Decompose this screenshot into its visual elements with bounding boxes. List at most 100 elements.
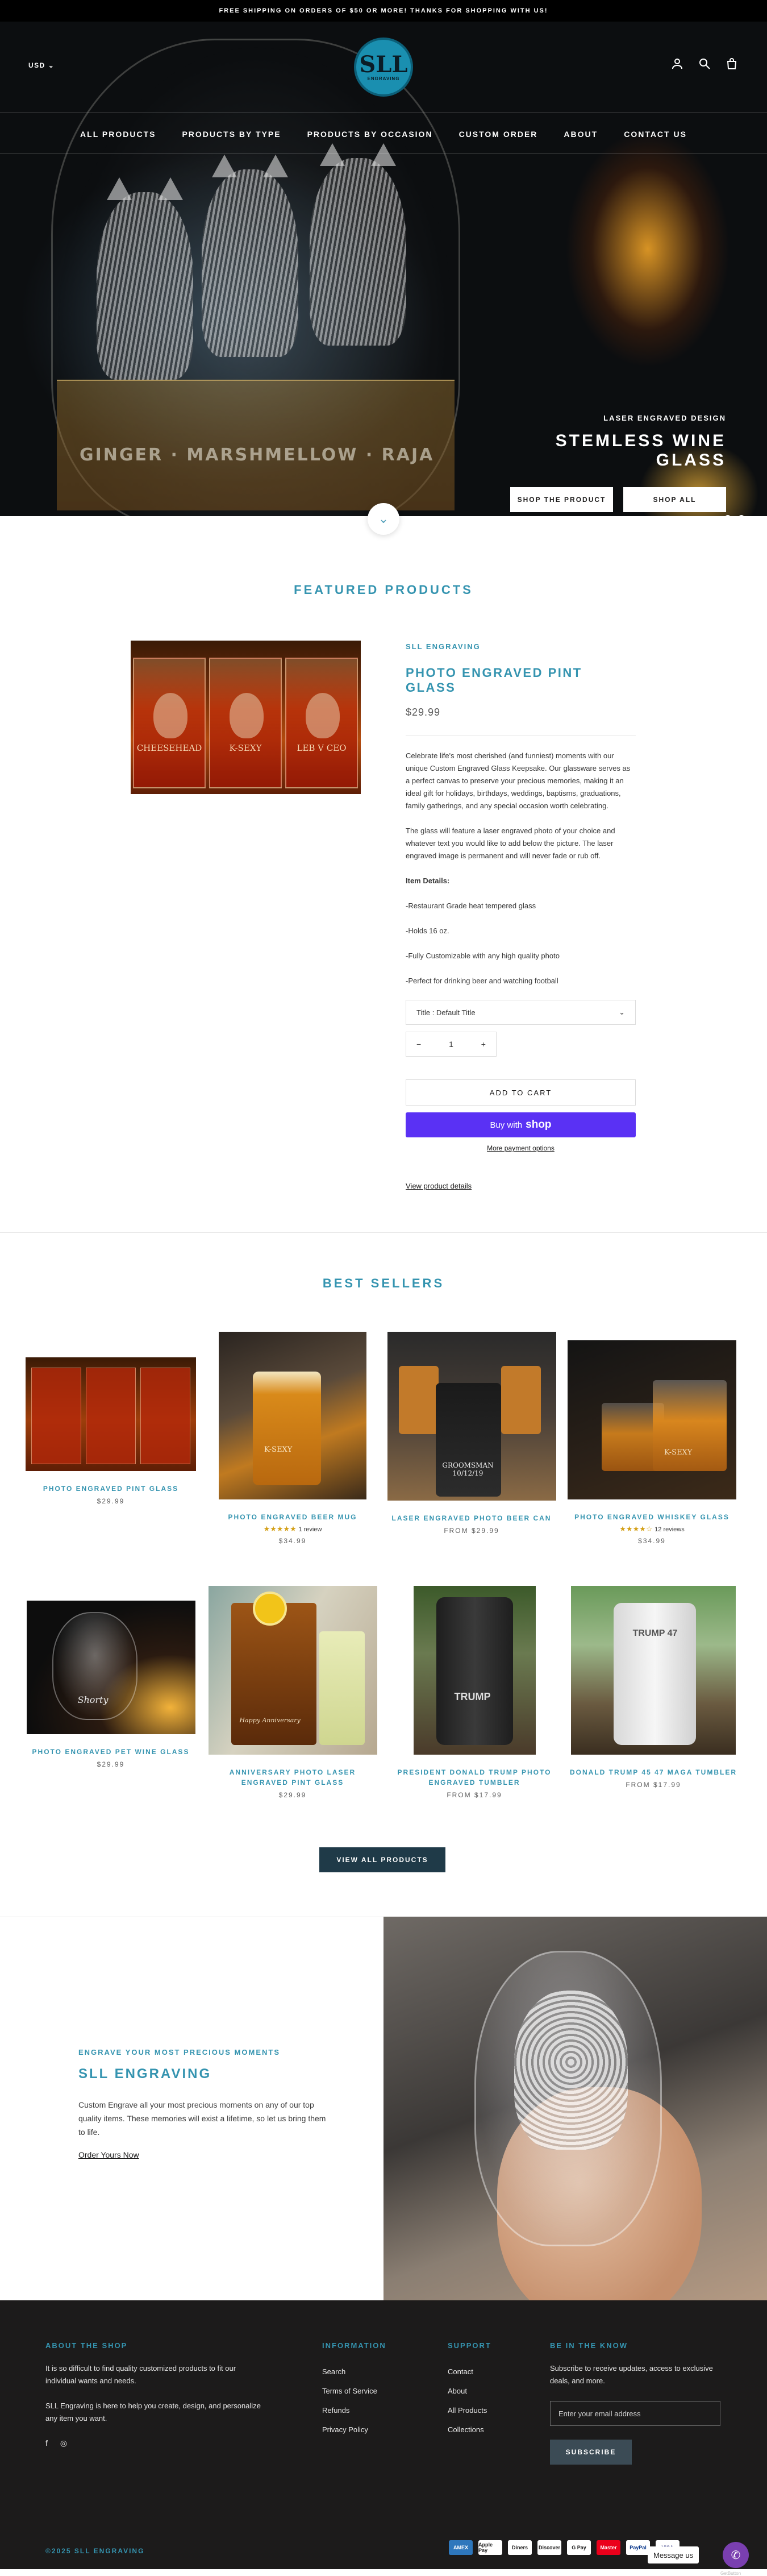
product-vendor[interactable]: SLL ENGRAVING	[406, 642, 636, 651]
product-name[interactable]: DONALD TRUMP 45 47 MAGA TUMBLER	[568, 1767, 739, 1777]
main-nav: ALL PRODUCTS PRODUCTS BY TYPE PRODUCTS B…	[0, 130, 767, 139]
nav-all-products[interactable]: ALL PRODUCTS	[80, 130, 156, 139]
product-price: $34.99	[638, 1537, 666, 1545]
can-engraved-text: GROOMSMAN 10/12/19	[442, 1461, 494, 1477]
product-name[interactable]: PHOTO ENGRAVED PET WINE GLASS	[26, 1747, 196, 1757]
footer-link-all-products[interactable]: All Products	[448, 2401, 533, 2420]
product-card[interactable]: TRUMP PRESIDENT DONALD TRUMP PHOTO ENGRA…	[392, 1586, 557, 1799]
product-card[interactable]: K-SEXY PHOTO ENGRAVED BEER MUG ★★★★★ 1 r…	[216, 1332, 369, 1545]
message-us-label[interactable]: Message us	[648, 2546, 699, 2563]
footer-link-contact[interactable]: Contact	[448, 2362, 533, 2382]
story-text-panel: ENGRAVE YOUR MOST PRECIOUS MOMENTS SLL E…	[0, 1917, 384, 2300]
account-icon[interactable]	[670, 57, 684, 70]
cart-icon[interactable]	[725, 57, 739, 70]
product-name[interactable]: PHOTO ENGRAVED WHISKEY GLASS	[565, 1512, 739, 1522]
search-icon[interactable]	[698, 57, 711, 70]
minus-icon[interactable]: −	[416, 1040, 421, 1049]
product-title[interactable]: PHOTO ENGRAVED PINT GLASS	[406, 666, 636, 695]
subscribe-button[interactable]: SUBSCRIBE	[550, 2440, 632, 2465]
product-name[interactable]: PRESIDENT DONALD TRUMP PHOTO ENGRAVED TU…	[392, 1767, 557, 1788]
currency-selector[interactable]: USD ⌄	[28, 61, 55, 69]
product-image[interactable]: K-SEXY	[219, 1332, 366, 1499]
detail-item: -Fully Customizable with any high qualit…	[406, 952, 560, 960]
product-card[interactable]: GROOMSMAN 10/12/19 LASER ENGRAVED PHOTO …	[386, 1332, 557, 1535]
viber-chat-button[interactable]: ✆	[723, 2542, 749, 2568]
order-yours-now-link[interactable]: Order Yours Now	[78, 2150, 139, 2159]
rating-stars[interactable]: ★★★★★ 1 review	[216, 1524, 369, 1534]
featured-product-image[interactable]: CHEESEHEAD K-SEXY LEB V CEO	[131, 641, 361, 794]
hero-subheading: LASER ENGRAVED DESIGN	[603, 414, 726, 422]
footer-link-terms[interactable]: Terms of Service	[322, 2382, 413, 2401]
pint-glass-2: K-SEXY	[209, 658, 282, 788]
rating-stars[interactable]: ★★★★☆ 12 reviews	[565, 1524, 739, 1534]
hero-buttons: SHOP THE PRODUCT SHOP ALL	[510, 487, 726, 512]
details-heading: Item Details:	[406, 876, 450, 885]
view-all-products-button[interactable]: VIEW ALL PRODUCTS	[319, 1847, 445, 1872]
product-card[interactable]: Shorty PHOTO ENGRAVED PET WINE GLASS $29…	[26, 1601, 196, 1768]
nav-products-by-occasion[interactable]: PRODUCTS BY OCCASION	[307, 130, 433, 139]
product-name[interactable]: ANNIVERSARY PHOTO LASER ENGRAVED PINT GL…	[205, 1767, 381, 1788]
product-name[interactable]: PHOTO ENGRAVED PINT GLASS	[26, 1484, 196, 1494]
site-logo[interactable]: SLL ENGRAVING	[354, 38, 413, 97]
product-image[interactable]: Happy Anniversary	[208, 1586, 377, 1755]
story-subheading: ENGRAVE YOUR MOST PRECIOUS MOMENTS	[78, 2048, 280, 2056]
featured-product-info: SLL ENGRAVING PHOTO ENGRAVED PINT GLASS …	[406, 642, 636, 1190]
glass-engraved-text: Happy Anniversary	[239, 1717, 301, 1724]
nav-about[interactable]: ABOUT	[564, 130, 598, 139]
engraved-cat-middle	[202, 155, 298, 357]
more-payment-options-link[interactable]: More payment options	[406, 1144, 636, 1152]
instagram-icon[interactable]: ◎	[60, 2438, 67, 2448]
product-name[interactable]: PHOTO ENGRAVED BEER MUG	[216, 1512, 369, 1522]
logo-text: SLL	[359, 51, 408, 78]
add-to-cart-button[interactable]: ADD TO CART	[406, 1079, 636, 1106]
product-image[interactable]: TRUMP 47	[571, 1586, 736, 1755]
slide-dot-2[interactable]	[739, 515, 744, 516]
review-count: 12 reviews	[655, 1526, 685, 1533]
product-card[interactable]: TRUMP 47 DONALD TRUMP 45 47 MAGA TUMBLER…	[568, 1586, 739, 1789]
nav-custom-order[interactable]: CUSTOM ORDER	[459, 130, 538, 139]
product-image[interactable]: TRUMP	[413, 1586, 536, 1755]
nav-contact-us[interactable]: CONTACT US	[624, 130, 687, 139]
diners-icon: Diners	[508, 2540, 532, 2555]
lemonade-glass	[319, 1631, 365, 1745]
quantity-value[interactable]: 1	[449, 1040, 453, 1049]
announcement-text: FREE SHIPPING ON ORDERS OF $50 OR MORE! …	[219, 7, 548, 14]
footer-link-search[interactable]: Search	[322, 2362, 413, 2382]
beer-mug	[253, 1372, 321, 1485]
product-image[interactable]: Shorty	[26, 1601, 195, 1734]
product-image[interactable]: GROOMSMAN 10/12/19	[387, 1332, 556, 1501]
product-image[interactable]: K-SEXY	[568, 1340, 736, 1499]
buy-with-shop-button[interactable]: Buy with shop	[406, 1112, 636, 1137]
footer-information-heading: INFORMATION	[322, 2341, 386, 2350]
scroll-down-button[interactable]: ⌄	[368, 503, 399, 535]
detail-item: -Holds 16 oz.	[406, 926, 449, 935]
variant-select[interactable]: Title : Default Title ⌄	[406, 1000, 636, 1025]
social-links: f ◎	[45, 2438, 261, 2448]
nav-products-by-type[interactable]: PRODUCTS BY TYPE	[182, 130, 281, 139]
footer-link-collections[interactable]: Collections	[448, 2420, 533, 2440]
product-card[interactable]: K-SEXY PHOTO ENGRAVED WHISKEY GLASS ★★★★…	[565, 1340, 739, 1545]
engraved-face	[306, 693, 340, 738]
footer-support: SUPPORT Contact About All Products Colle…	[448, 2341, 533, 2440]
footer-link-about[interactable]: About	[448, 2382, 533, 2401]
plus-icon[interactable]: +	[481, 1040, 486, 1049]
footer-link-refunds[interactable]: Refunds	[322, 2401, 413, 2420]
powered-by-getbutton[interactable]: GetButton	[720, 2571, 741, 2576]
footer-newsletter-heading: BE IN THE KNOW	[550, 2341, 628, 2350]
product-card[interactable]: PHOTO ENGRAVED PINT GLASS $29.99	[26, 1357, 196, 1505]
image-with-text-section: ENGRAVE YOUR MOST PRECIOUS MOMENTS SLL E…	[0, 1917, 767, 2300]
shop-all-button[interactable]: SHOP ALL	[623, 487, 726, 512]
product-image[interactable]	[26, 1357, 196, 1471]
product-card[interactable]: Happy Anniversary ANNIVERSARY PHOTO LASE…	[205, 1586, 381, 1799]
footer-information-links: Search Terms of Service Refunds Privacy …	[322, 2362, 413, 2440]
slide-dot-1[interactable]	[725, 515, 731, 516]
beer-can-featured	[435, 1383, 501, 1497]
best-sellers-title: BEST SELLERS	[322, 1276, 445, 1290]
footer-link-privacy[interactable]: Privacy Policy	[322, 2420, 413, 2440]
view-product-details-link[interactable]: View product details	[406, 1182, 636, 1190]
product-name[interactable]: LASER ENGRAVED PHOTO BEER CAN	[386, 1513, 557, 1523]
facebook-icon[interactable]: f	[45, 2438, 48, 2448]
shop-the-product-button[interactable]: SHOP THE PRODUCT	[510, 487, 613, 512]
email-field[interactable]: Enter your email address	[550, 2401, 720, 2426]
amex-icon: AMEX	[449, 2540, 473, 2555]
